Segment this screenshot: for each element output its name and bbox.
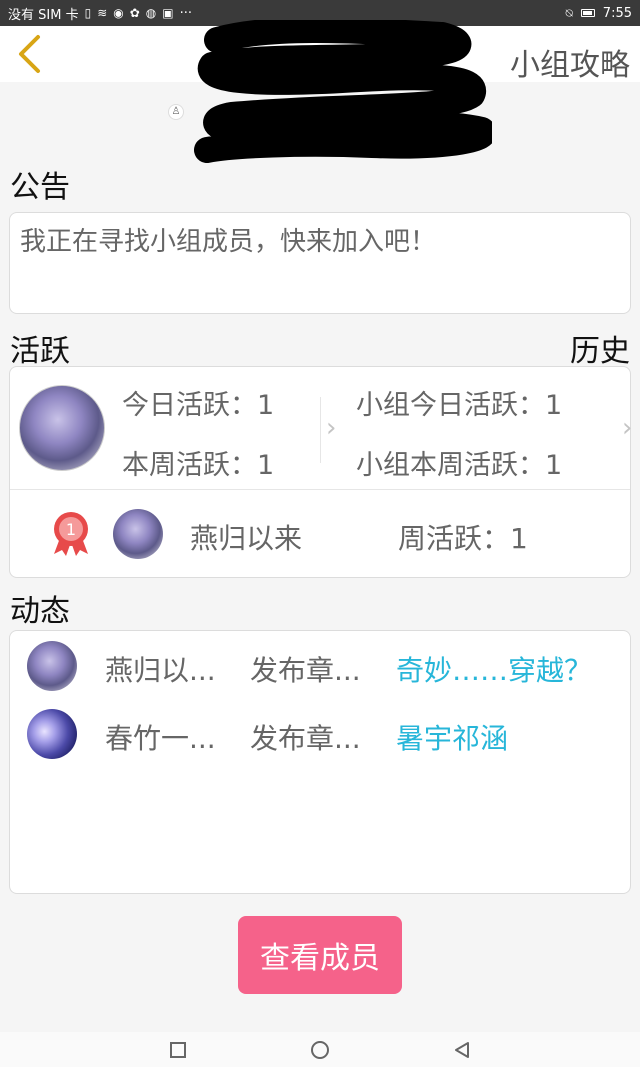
more-notifications-text: ···: [179, 5, 193, 21]
group-badge-icon: ♙: [168, 104, 184, 120]
rank-number: 1: [66, 520, 76, 539]
home-button[interactable]: [309, 1039, 331, 1061]
history-link[interactable]: 历史: [570, 326, 630, 370]
system-back-button[interactable]: [451, 1039, 473, 1061]
rank-medal-icon: 1: [54, 512, 88, 556]
feed-card: 燕归以... 发布章... 奇妙……穿越？ 春竹一... 发布章... 暑宇祁涵: [9, 630, 631, 894]
feed-chapter-link[interactable]: 奇妙……穿越？: [396, 649, 592, 689]
rank-user-avatar[interactable]: [113, 509, 163, 559]
today-active: 今日活跃：1: [122, 390, 275, 421]
circle-icon: [311, 1040, 329, 1059]
divider: [320, 397, 321, 463]
back-arrow-icon: [19, 35, 40, 73]
chevron-right-icon[interactable]: ›: [622, 413, 632, 443]
activity-title: 活跃: [10, 334, 70, 369]
feed-item: 春竹一... 发布章... 暑宇祁涵: [10, 707, 630, 767]
chat-icon: ◍: [145, 6, 157, 20]
back-button[interactable]: [14, 34, 44, 74]
notice-card: 我正在寻找小组成员，快来加入吧！: [9, 212, 631, 314]
page-title: 小组攻略: [510, 48, 630, 83]
chevron-right-icon[interactable]: ›: [326, 413, 336, 443]
view-members-button[interactable]: 查看成员: [238, 916, 402, 994]
feed-user-avatar[interactable]: [27, 641, 77, 691]
recent-apps-button[interactable]: [167, 1039, 189, 1061]
feed-user-avatar[interactable]: [27, 709, 77, 759]
wifi-icon: ≋: [97, 6, 108, 20]
feed-item: 燕归以... 发布章... 奇妙……穿越？: [10, 639, 630, 699]
rank-week-active: 周活跃：1: [398, 522, 528, 555]
activity-card: 今日活跃：1 本周活跃：1 › 小组今日活跃：1 小组本周活跃：1 › 1 燕归…: [9, 366, 632, 578]
battery-icon: [580, 9, 595, 17]
clock-text: 7:55: [602, 5, 632, 21]
notice-title: 公告: [10, 170, 70, 205]
square-icon: [170, 1041, 186, 1058]
redaction-scribble: [194, 20, 492, 163]
week-active: 本周活跃：1: [122, 450, 275, 481]
group-today-active: 小组今日活跃：1: [356, 390, 563, 421]
sim-icon: ▯: [84, 6, 92, 20]
rank-user-name: 燕归以来: [190, 522, 303, 555]
feed-user-name: 春竹一...: [105, 722, 216, 755]
feed-user-name: 燕归以...: [105, 654, 216, 687]
feed-chapter-link[interactable]: 暑宇祁涵: [396, 717, 508, 757]
triangle-back-icon: [455, 1041, 469, 1058]
user-avatar[interactable]: [19, 385, 105, 471]
app-icon: ◉: [113, 6, 124, 20]
settings-icon: ✿: [129, 6, 140, 20]
mute-icon: ⍉: [565, 6, 573, 20]
notice-text: 我正在寻找小组成员，快来加入吧！: [20, 227, 437, 257]
divider: [10, 489, 630, 490]
feed-action: 发布章...: [250, 722, 361, 755]
system-nav-bar: [0, 1032, 640, 1067]
carrier-text: 没有 SIM 卡: [8, 7, 79, 23]
notification-icon: ▣: [162, 6, 174, 20]
feed-action: 发布章...: [250, 654, 361, 687]
group-week-active: 小组本周活跃：1: [356, 450, 563, 481]
feed-title: 动态: [10, 594, 70, 629]
